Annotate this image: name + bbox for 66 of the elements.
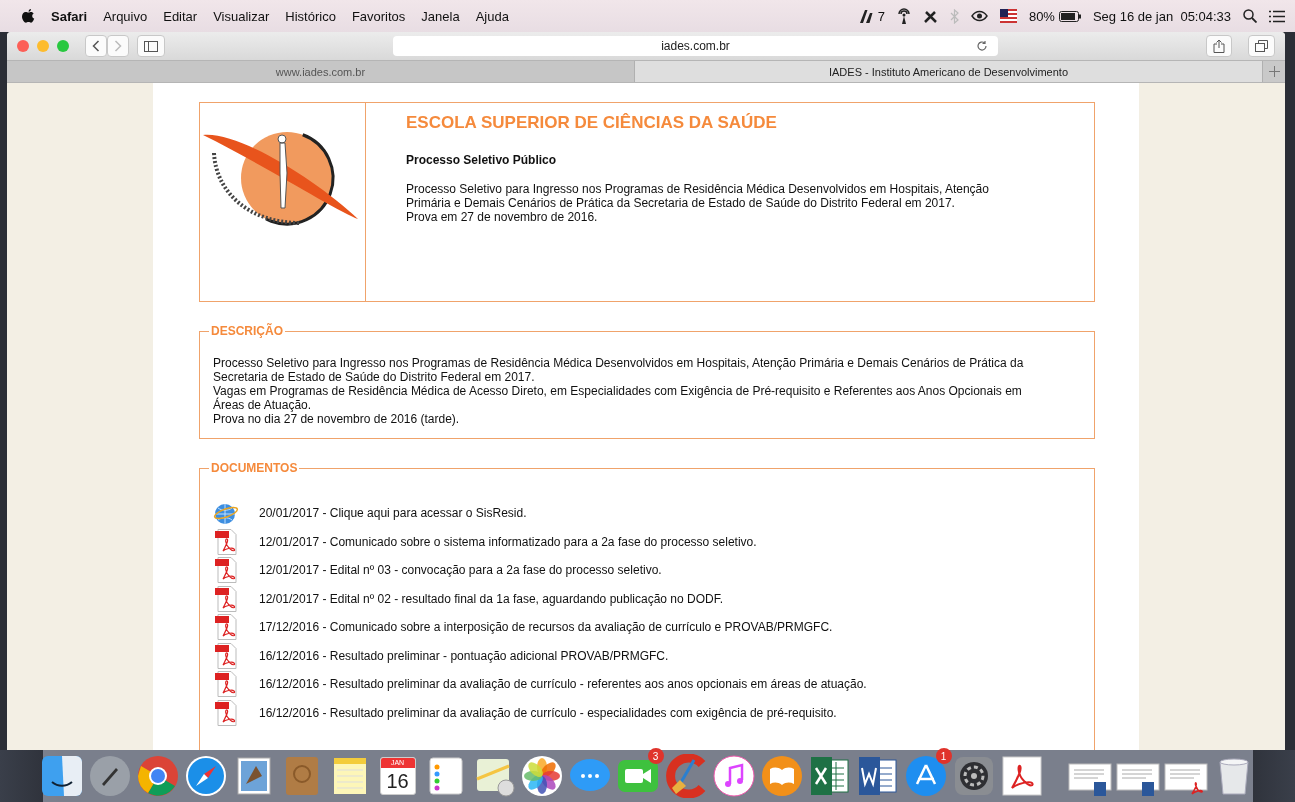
app-store-icon[interactable] (903, 754, 948, 798)
document-link[interactable]: 20/01/2017 - Clique aqui para acessar o SisResid. (259, 506, 527, 521)
music-note-icon[interactable] (711, 754, 756, 798)
paragraph: Vagas em Programas de Residência Médica de Acesso Direto, em Especialidades com Exigência de Pré-requisito e Referentes aos Anos Opcionais em Áreas de Atuação. (213, 384, 1023, 412)
browser-tab[interactable]: IADES - Instituto Americano de Desenvolvimento (635, 61, 1263, 82)
menu-item[interactable]: Safari (51, 8, 88, 24)
address-field[interactable]: iades.com.br (393, 36, 998, 56)
pdf-file-icon (215, 557, 237, 584)
menu-item[interactable]: Ajuda (475, 8, 509, 24)
menu-item[interactable]: Visualizar (213, 8, 270, 24)
pdf-file-icon (215, 585, 237, 612)
share-button[interactable] (1206, 35, 1232, 57)
section-heading: DESCRIÇÃO (210, 324, 284, 338)
document-link[interactable]: 12/01/2017 - Edital nº 02 - resultado final da 1a fase, aguardando publicação no DODF. (259, 591, 724, 606)
flag-icon[interactable] (999, 9, 1017, 23)
tabs-icon (1255, 40, 1268, 52)
pdf-file-icon (215, 699, 237, 726)
document-link[interactable]: 17/12/2016 - Comunicado sobre a interposição de recursos da avaliação de currículo e PROVAB/PRMGFC. (259, 620, 833, 635)
section-heading: DOCUMENTOS (210, 461, 299, 475)
flower-icon[interactable] (519, 754, 564, 798)
apple-logo-icon[interactable] (22, 8, 35, 24)
antenna-icon[interactable] (896, 8, 911, 24)
menu-item[interactable]: Histórico (285, 8, 336, 24)
reload-icon[interactable] (976, 40, 988, 52)
plus-icon[interactable] (1268, 66, 1280, 77)
document-link[interactable]: 12/01/2017 - Comunicado sobre o sistema informatizado para a 2a fase do processo seletivo. (259, 534, 757, 549)
document-link[interactable]: 16/12/2016 - Resultado preliminar da avaliação de currículo - especialidades com exigência de pré-requisito. (259, 705, 837, 720)
document-link[interactable]: 16/12/2016 - Resultado preliminar - pontuação adicional PROVAB/PRMGFC. (259, 648, 669, 663)
menu-item[interactable]: Janela (421, 8, 460, 24)
page-title: ESCOLA SUPERIOR DE CIÊNCIAS DA SAÚDE (406, 113, 778, 133)
paragraph: Processo Seletivo para Ingresso nos Programas de Residência Médica Desenvolvidos em Hospitais, Atenção Primária e Demais Cenários de Prática da Secretaria de Estado de Saúde do Distrito Federal em 2017. (213, 356, 1025, 384)
chevron-right-icon (114, 40, 122, 52)
pdf-file-icon (215, 642, 237, 669)
back-button[interactable] (85, 35, 107, 57)
globe-icon (213, 501, 239, 526)
battery-percentage: 80% (1028, 8, 1055, 24)
notification-count: 7 (877, 8, 885, 24)
eye-icon[interactable] (970, 10, 988, 22)
pdf-file-icon (215, 528, 237, 555)
menu-item[interactable]: Favoritos (351, 8, 406, 24)
sidebar-icon (144, 40, 158, 52)
menu-item[interactable]: Editar (163, 8, 198, 24)
paragraph: Prova em 27 de novembro de 2016. (406, 210, 599, 224)
acrobat-icon[interactable] (999, 754, 1044, 798)
open-book-icon[interactable] (759, 754, 804, 798)
calendar-day: 16 (380, 768, 415, 794)
document-link[interactable]: 16/12/2016 - Resultado preliminar da avaliação de currículo - referentes aos anos opcionais em áreas de atuação. (259, 677, 867, 692)
menu-item[interactable]: Arquivo (103, 8, 148, 24)
chevron-left-icon (92, 40, 100, 52)
paragraph: Processo Seletivo para Ingresso nos Programas de Residência Médica Desenvolvidos em Hospitais, Atenção Primária e Demais Cenários de Prática da Secretaria de Estado de Saúde do Distrito Federal em 2017. (406, 182, 990, 210)
search-icon[interactable] (1243, 9, 1257, 23)
subtitle: Processo Seletivo Público (406, 153, 558, 167)
smiling-face-icon[interactable] (39, 754, 84, 798)
compass-icon[interactable] (183, 754, 228, 798)
sidebar-button[interactable] (137, 35, 165, 57)
list-icon[interactable] (1269, 9, 1285, 23)
clock[interactable]: Seg 16 de jan 05:04:33 (1092, 8, 1231, 24)
paragraph: Prova no dia 27 de novembro de 2016 (tarde). (213, 412, 461, 426)
battery-icon[interactable] (1058, 10, 1081, 22)
pdf-file-icon (215, 614, 237, 641)
document-link[interactable]: 12/01/2017 - Edital nº 03 - convocação para a 2a fase do processo seletivo. (259, 563, 662, 578)
broom-icon[interactable] (663, 754, 708, 798)
pdf-file-icon (215, 671, 237, 698)
share-icon (1213, 39, 1225, 53)
chrome-icon[interactable] (135, 754, 180, 798)
tabs-overview-button[interactable] (1248, 35, 1275, 57)
